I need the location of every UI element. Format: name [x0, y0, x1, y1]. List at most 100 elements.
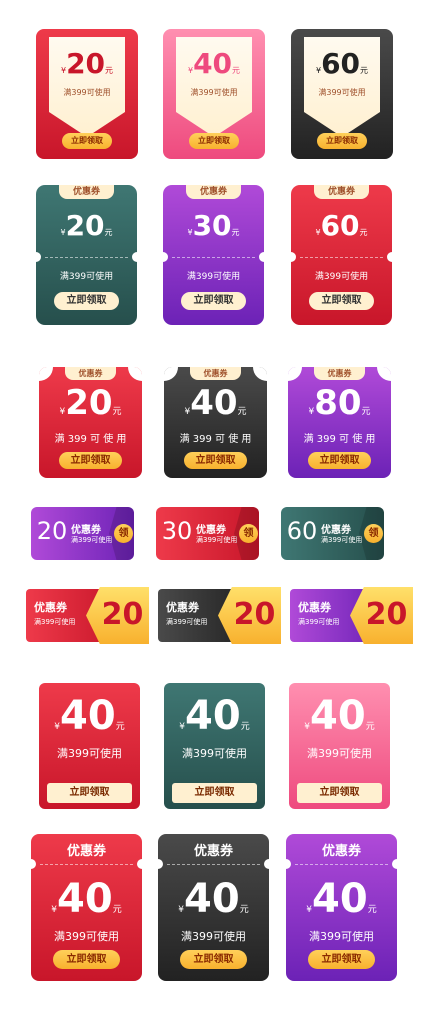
condition-text: 满399可使用	[59, 272, 114, 282]
condition-text: 满399可使用	[34, 618, 76, 626]
claim-button[interactable]: 立即领取	[189, 133, 239, 149]
amount-value: ¥60元	[304, 47, 380, 80]
condition-text: 满 399 可 使 用	[179, 434, 252, 445]
condition-text: 满399可使用	[314, 272, 369, 282]
claim-button[interactable]: 立即领取	[297, 783, 382, 803]
notch-left	[291, 252, 296, 262]
amount-value: ¥40元	[164, 383, 267, 423]
amount-value: ¥40元	[164, 693, 265, 739]
ear-left	[288, 367, 302, 381]
claim-button[interactable]: 领	[239, 524, 258, 543]
condition-text: 满399可使用	[298, 618, 340, 626]
claim-button[interactable]: 立即领取	[47, 783, 132, 803]
unit-label: 元	[104, 228, 113, 237]
amount-number: 30	[161, 517, 193, 545]
coupon-title: 优惠券	[71, 525, 101, 536]
divider	[167, 864, 260, 865]
amount-number: 20	[66, 47, 106, 80]
unit-label: 元	[239, 905, 249, 915]
amount-number: 20	[65, 383, 113, 423]
coupon-ribbon: 优惠券 满399可使用 20	[158, 587, 281, 644]
claim-button[interactable]: 立即领取	[180, 950, 247, 969]
amount-value: ¥40元	[176, 47, 252, 80]
unit-label: 元	[115, 722, 125, 732]
condition-text: 满399可使用	[309, 930, 374, 943]
amount-number: 20	[233, 597, 276, 632]
coupon-title: 优惠券	[34, 601, 67, 614]
coupon-title: 优惠券	[298, 601, 331, 614]
condition-text: 满399可使用	[196, 536, 238, 544]
coupon-stacked: ¥40元 满399可使用 立即领取	[39, 683, 140, 809]
notch-right	[137, 859, 142, 869]
condition-text: 满399可使用	[307, 747, 372, 760]
condition-text: 满399可使用	[318, 88, 366, 97]
amount-number: 20	[101, 597, 144, 632]
coupon-horizontal: 60 优惠券 满399可使用领	[281, 507, 384, 560]
ear-right	[377, 367, 391, 381]
coupon-title: 优惠券	[65, 367, 116, 380]
condition-text: 满 399 可 使 用	[303, 434, 376, 445]
unit-label: 元	[112, 407, 122, 417]
claim-button[interactable]: 领	[364, 524, 383, 543]
amount-number: 40	[57, 876, 113, 922]
claim-button[interactable]: 立即领取	[172, 783, 257, 803]
claim-button[interactable]: 立即领取	[53, 950, 120, 969]
amount-number: 20	[36, 517, 68, 545]
claim-button[interactable]: 立即领取	[308, 452, 371, 469]
amount-number: 60	[320, 209, 360, 242]
condition-text: 满399可使用	[57, 747, 122, 760]
claim-button[interactable]: 领	[114, 524, 133, 543]
unit-label: 元	[240, 722, 250, 732]
coupon-horizontal: 30 优惠券 满399可使用领	[156, 507, 259, 560]
amount-number: 20	[65, 209, 105, 242]
coupon-sheet: ¥20元 满399可使用 立即领取 ¥40元 满399可使用 立即领取 ¥60元 满399可使…	[0, 0, 431, 1024]
amount-value: ¥40元	[31, 876, 142, 922]
claim-button[interactable]: 立即领取	[181, 292, 246, 310]
condition-text: 满399可使用	[321, 536, 363, 544]
claim-button[interactable]: 立即领取	[54, 292, 119, 310]
coupon-eared: 优惠券 ¥80元满 399 可 使 用立即领取	[288, 367, 391, 478]
coupon-ticket: 优惠券 ¥40元满399可使用立即领取	[158, 834, 269, 981]
amount-value: ¥40元	[286, 876, 397, 922]
coupon-title: 优惠券	[190, 367, 241, 380]
coupon-title: 优惠券	[193, 844, 233, 859]
unit-label: 元	[232, 66, 241, 75]
amount-number: 20	[365, 597, 408, 632]
coupon-ticket: 优惠券 ¥40元 满399可使用 立即领取	[286, 834, 397, 981]
notch-right	[264, 859, 269, 869]
amount-value: ¥40元	[158, 876, 269, 922]
claim-button[interactable]: 立即领取	[59, 452, 122, 469]
condition-text: 满399可使用	[54, 930, 119, 943]
notch-right	[259, 252, 264, 262]
amount-number: 40	[185, 693, 241, 739]
coupon-tab: 优惠券 ¥60元 满399可使用 立即领取	[291, 185, 392, 325]
condition-text: 满399可使用	[181, 930, 246, 943]
coupon-title: 优惠券	[314, 367, 365, 380]
ear-left	[39, 367, 53, 381]
coupon-title: 优惠券	[186, 185, 241, 199]
notch-left	[36, 252, 41, 262]
coupon-ticket: 优惠券 ¥40元 满399可使用 立即领取	[31, 834, 142, 981]
claim-button[interactable]: 立即领取	[184, 452, 247, 469]
ear-left	[164, 367, 178, 381]
coupon-ribbon: 优惠券满399可使用 20	[26, 587, 149, 644]
coupon-title: 优惠券	[166, 601, 199, 614]
unit-label: 元	[361, 407, 371, 417]
amount-number: 40	[60, 693, 116, 739]
amount-value: ¥80元	[288, 383, 391, 423]
amount-number: 60	[321, 47, 361, 80]
divider	[172, 257, 255, 258]
divider	[295, 864, 388, 865]
notch-left	[286, 859, 291, 869]
condition-text: 满399可使用	[186, 272, 241, 282]
condition-text: 满399可使用	[63, 88, 111, 97]
amount-number: 30	[192, 209, 232, 242]
claim-button[interactable]: 立即领取	[308, 950, 375, 969]
claim-button[interactable]: 立即领取	[62, 133, 112, 149]
amount-value: ¥60元	[291, 209, 392, 242]
claim-button[interactable]: 立即领取	[317, 133, 367, 149]
coupon-envelope: ¥40元 满399可使用 立即领取	[163, 29, 265, 159]
coupon-envelope: ¥20元 满399可使用 立即领取	[36, 29, 138, 159]
claim-button[interactable]: 立即领取	[309, 292, 374, 310]
coupon-ribbon: 优惠券满399可使用 20	[290, 587, 413, 644]
